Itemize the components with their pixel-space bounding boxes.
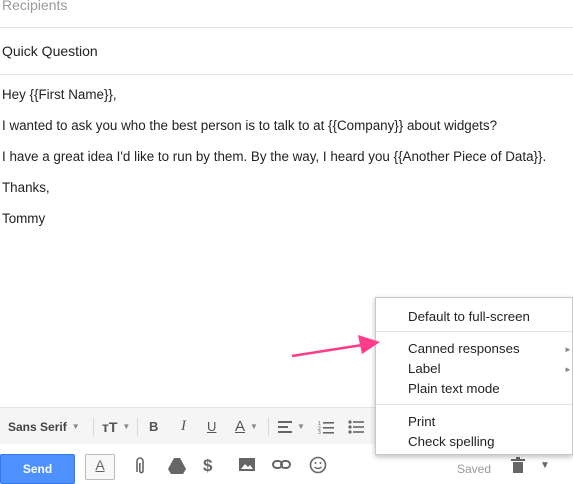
toolbar-divider	[137, 418, 138, 436]
photo-icon[interactable]	[238, 456, 256, 477]
menu-item-check-spelling[interactable]: Check spelling	[408, 434, 494, 449]
align-icon	[278, 420, 292, 433]
body-line: Hey {{First Name}},	[2, 87, 117, 102]
money-icon[interactable]: $	[203, 456, 212, 476]
toolbar-divider	[93, 418, 94, 436]
svg-text:3: 3	[318, 430, 321, 434]
underline-button[interactable]: U	[207, 408, 216, 445]
attach-icon[interactable]	[134, 456, 146, 481]
text-color-button[interactable]: A ▼	[235, 408, 258, 445]
underline-icon: U	[207, 419, 217, 434]
trash-icon[interactable]	[511, 456, 525, 479]
formatting-options-button[interactable]: A	[85, 454, 115, 480]
font-family-select[interactable]: Sans Serif ▼	[8, 408, 80, 445]
toolbar-divider	[268, 418, 269, 436]
align-button[interactable]: ▼	[278, 408, 305, 445]
bold-icon: B	[149, 419, 159, 434]
drive-icon[interactable]	[168, 456, 186, 479]
more-options-icon[interactable]: ▼	[540, 456, 550, 476]
numbered-list-button[interactable]: 123	[318, 408, 334, 445]
link-icon[interactable]	[272, 456, 292, 476]
subject-field[interactable]: Quick Question	[0, 28, 573, 75]
recipients-field[interactable]: Recipients	[0, 0, 573, 28]
message-body[interactable]: Hey {{First Name}}, I wanted to ask you …	[2, 86, 567, 228]
submenu-arrow-icon: ►	[564, 365, 572, 374]
chevron-down-icon: ▼	[71, 422, 80, 431]
body-line: I have a great idea I'd like to run by t…	[2, 149, 547, 164]
bold-button[interactable]: B	[149, 408, 158, 445]
chevron-down-icon: ▼	[122, 422, 131, 431]
bulleted-list-button[interactable]	[348, 408, 364, 445]
menu-item-canned-responses[interactable]: Canned responses	[408, 341, 520, 356]
annotation-arrow-icon	[291, 335, 380, 358]
font-size-button[interactable]: тT ▼	[102, 408, 130, 445]
font-family-label: Sans Serif	[8, 419, 67, 434]
numbered-list-icon: 123	[318, 421, 334, 434]
menu-item-print[interactable]: Print	[408, 414, 435, 429]
body-line: Tommy	[2, 211, 46, 226]
saved-status: Saved	[457, 462, 492, 476]
italic-icon: I	[181, 418, 186, 434]
text-color-icon: A	[235, 418, 246, 435]
menu-divider	[376, 331, 572, 332]
more-options-menu: Default to full-screen Canned responses …	[375, 297, 573, 455]
menu-divider	[376, 404, 572, 405]
text-size-icon: тT	[102, 418, 118, 435]
menu-item-label[interactable]: Label	[408, 361, 441, 376]
chevron-down-icon: ▼	[250, 422, 258, 431]
body-line: I wanted to ask you who the best person …	[2, 118, 498, 133]
menu-item-default-full-screen[interactable]: Default to full-screen	[408, 309, 530, 324]
body-line: Thanks,	[2, 180, 50, 195]
formatting-icon: A	[95, 457, 105, 473]
subject-text: Quick Question	[2, 43, 98, 59]
bulleted-list-icon	[348, 419, 364, 434]
menu-item-plain-text-mode[interactable]: Plain text mode	[408, 381, 500, 396]
recipients-placeholder: Recipients	[2, 0, 68, 13]
chevron-down-icon: ▼	[297, 422, 305, 431]
submenu-arrow-icon: ►	[564, 345, 572, 354]
send-button[interactable]: Send	[0, 454, 75, 484]
italic-button[interactable]: I	[181, 408, 186, 445]
emoji-icon[interactable]	[309, 456, 327, 479]
